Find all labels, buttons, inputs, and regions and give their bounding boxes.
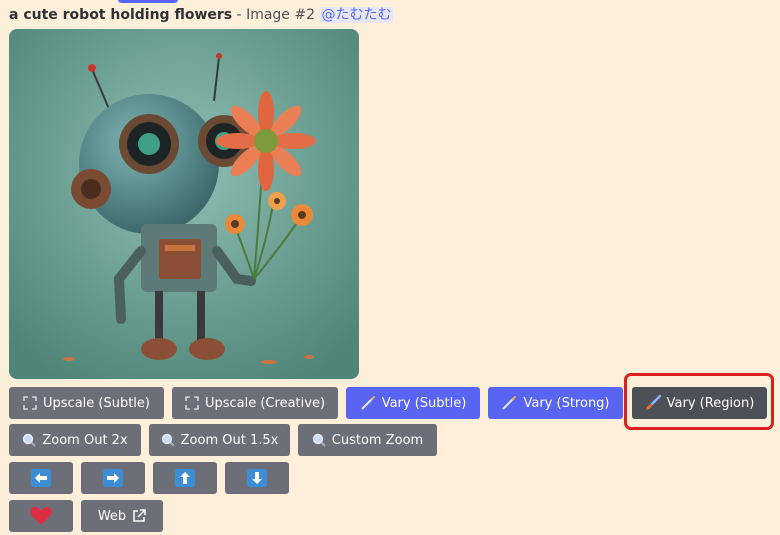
arrow-left-icon [31,469,51,487]
arrow-right-icon [103,469,123,487]
pan-up-button[interactable] [153,462,217,494]
upscale-creative-button[interactable]: Upscale (Creative) [172,387,338,419]
caption-separator: - [232,7,247,23]
pan-left-button[interactable] [9,462,73,494]
message-caption: a cute robot holding flowers - Image #2 … [9,5,394,25]
vary-subtle-label: Vary (Subtle) [381,395,467,411]
zoom-out-2x-button[interactable]: Zoom Out 2x [9,424,141,456]
expand-icon [185,396,199,410]
prompt-text: a cute robot holding flowers [9,7,233,23]
upscale-subtle-button[interactable]: Upscale (Subtle) [9,387,164,419]
vary-subtle-button[interactable]: Vary (Subtle) [346,387,480,419]
arrow-up-icon [175,469,195,487]
magic-wand-icon [501,395,517,411]
favorite-button[interactable] [9,500,73,532]
magnifier-icon [22,433,37,447]
generated-image[interactable] [9,29,359,379]
web-link-button[interactable]: Web [81,500,163,532]
role-pill [118,0,178,3]
user-mention[interactable]: @たむたむ [319,7,394,23]
vary-strong-button[interactable]: Vary (Strong) [488,387,623,419]
zoom-out-1-5x-button[interactable]: Zoom Out 1.5x [149,424,290,456]
external-link-icon [132,509,146,523]
magnifier-icon [161,433,175,447]
expand-icon [23,396,37,410]
heart-icon [30,506,52,526]
magnifier-icon [312,433,326,447]
vary-strong-label: Vary (Strong) [523,395,610,411]
web-label: Web [97,508,127,524]
upscale-creative-label: Upscale (Creative) [204,395,326,411]
selection-highlight [624,373,774,430]
image-label: Image #2 [246,7,315,23]
custom-zoom-button[interactable]: Custom Zoom [298,424,437,456]
magic-wand-icon [360,395,376,411]
pan-down-button[interactable] [225,462,289,494]
upscale-subtle-label: Upscale (Subtle) [43,395,150,411]
zoom-out-2x-label: Zoom Out 2x [42,432,128,448]
robot-illustration [9,29,359,379]
zoom-out-1-5x-label: Zoom Out 1.5x [180,432,279,448]
custom-zoom-label: Custom Zoom [331,432,424,448]
arrow-down-icon [247,469,267,487]
pan-right-button[interactable] [81,462,145,494]
